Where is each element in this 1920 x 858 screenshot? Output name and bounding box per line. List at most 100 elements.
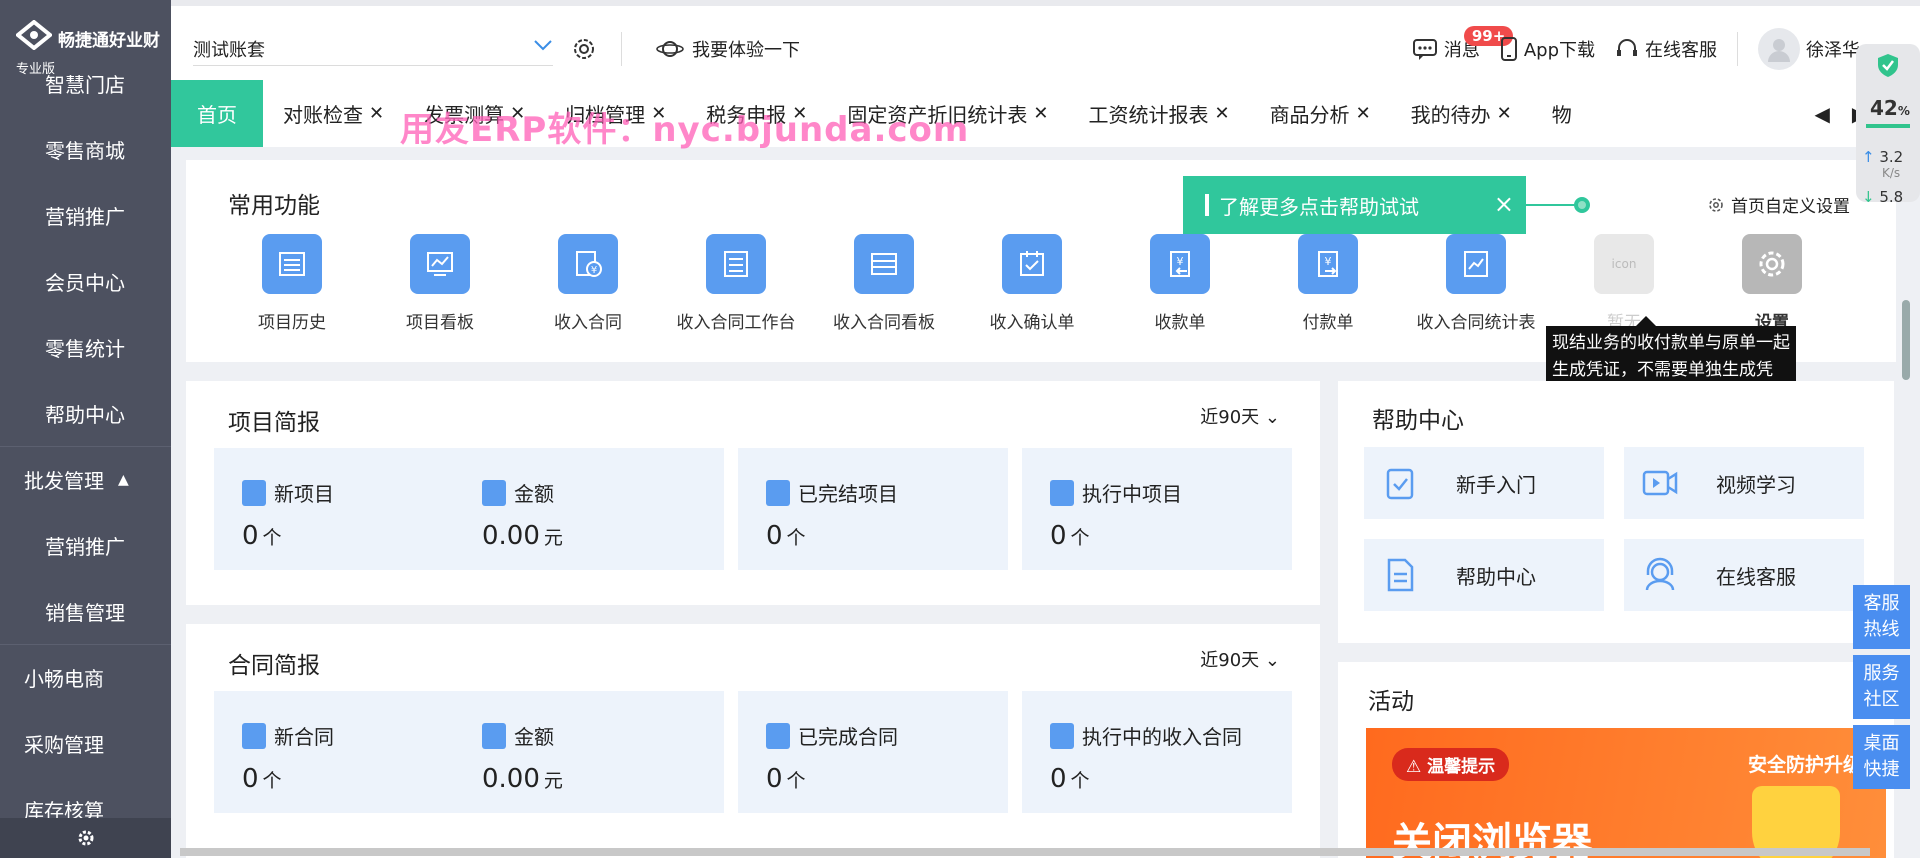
func-receipt[interactable]: ¥ 收款单	[1106, 234, 1254, 333]
activity-banner[interactable]: ⚠ 温馨提示 安全防护升级 关闭浏览器	[1366, 728, 1886, 858]
sidebar-item-member-center[interactable]: 会员中心	[0, 248, 171, 314]
help-center-card[interactable]: 帮助中心	[1364, 539, 1604, 611]
calendar-icon	[242, 722, 266, 749]
func-payment[interactable]: ¥ 付款单	[1254, 234, 1402, 333]
tip-label: 温馨提示	[1427, 757, 1496, 777]
stat-unit: 个	[1070, 770, 1090, 792]
tab-goods-analysis[interactable]: 商品分析 ✕	[1250, 80, 1391, 147]
horizontal-scrollbar[interactable]	[180, 848, 1870, 856]
tab-reconcile[interactable]: 对账检查 ✕	[263, 80, 404, 147]
try-experience-link[interactable]: 我要体验一下	[656, 36, 800, 62]
func-placeholder[interactable]: icon 暂无	[1550, 234, 1698, 333]
sidebar-item-sales[interactable]: 销售管理	[0, 578, 171, 644]
user-menu[interactable]: 徐泽华	[1758, 28, 1860, 70]
project-brief-title: 项目简报	[228, 410, 320, 436]
tab-label: 我的待办	[1410, 103, 1491, 127]
settings-gear-icon[interactable]	[571, 36, 597, 62]
stat-project-amount: 金额 0.00 元	[482, 478, 563, 551]
func-income-contract[interactable]: ¥ 收入合同	[514, 234, 662, 333]
sidebar-item-retail-stats[interactable]: 零售统计	[0, 314, 171, 380]
contract-range-select[interactable]: 近90天 ⌄	[1200, 646, 1280, 672]
workbench-icon	[706, 234, 766, 294]
sidebar-item-marketing[interactable]: 营销推广	[0, 182, 171, 248]
close-icon[interactable]: ✕	[369, 103, 384, 124]
help-card-label: 新手入门	[1456, 472, 1536, 497]
header-divider	[621, 32, 622, 66]
watermark: 用友ERP软件：nyc.bjunda.com	[400, 110, 970, 150]
app-download-button[interactable]: App下载	[1500, 36, 1595, 62]
service-hotline-button[interactable]: 客服 热线	[1853, 585, 1910, 649]
stat-label: 执行中项目	[1082, 482, 1182, 506]
func-contract-board[interactable]: 收入合同看板	[810, 234, 958, 333]
sidebar-item-help-center[interactable]: 帮助中心	[0, 380, 171, 446]
func-settings[interactable]: 设置	[1698, 234, 1846, 333]
tab-label: 首页	[197, 103, 237, 127]
stat-unit: 个	[786, 770, 806, 792]
sidebar-item-label: 会员中心	[45, 270, 125, 295]
account-select[interactable]: 测试账套	[193, 32, 553, 66]
try-experience-label: 我要体验一下	[692, 40, 800, 61]
help-online-service-card[interactable]: 在线客服	[1624, 539, 1864, 611]
stat-label: 已完结项目	[798, 482, 898, 506]
close-icon[interactable]: ✕	[1356, 103, 1371, 124]
agent-icon	[1624, 539, 1696, 611]
close-icon[interactable]: ×	[1494, 190, 1514, 218]
close-icon[interactable]: ✕	[1033, 103, 1048, 124]
func-income-confirm[interactable]: 收入确认单	[958, 234, 1106, 333]
service-community-button[interactable]: 服务 社区	[1853, 655, 1910, 719]
online-service-label: 在线客服	[1645, 40, 1717, 61]
help-card-label: 在线客服	[1716, 564, 1796, 589]
project-range-select[interactable]: 近90天 ⌄	[1200, 403, 1280, 429]
help-center-panel: 帮助中心 新手入门 视频学习 帮助中心 在线客服	[1338, 381, 1894, 643]
yen-icon	[482, 479, 506, 506]
sidebar-item-purchase[interactable]: 采购管理	[0, 710, 171, 776]
chevron-down-icon	[534, 40, 552, 51]
download-speed: ↓ 5.8	[1862, 188, 1903, 206]
desktop-shortcut-button[interactable]: 桌面 快捷	[1853, 725, 1910, 789]
vertical-scrollbar[interactable]	[1902, 300, 1910, 380]
sidebar-group-wholesale[interactable]: 批发管理 ▲	[0, 446, 171, 512]
tab-overflow[interactable]: 物	[1532, 80, 1592, 147]
close-icon[interactable]: ✕	[1497, 103, 1512, 124]
document-icon	[1364, 539, 1436, 611]
stat-contract-amount: 金额 0.00 元	[482, 721, 563, 794]
upload-unit: K/s	[1882, 166, 1901, 180]
help-newbie-card[interactable]: 新手入门	[1364, 447, 1604, 519]
func-project-history[interactable]: 项目历史	[218, 234, 366, 333]
tab-home[interactable]: 首页	[171, 80, 263, 147]
tab-todo[interactable]: 我的待办 ✕	[1391, 80, 1532, 147]
close-icon[interactable]: ✕	[1214, 103, 1229, 124]
customize-home-button[interactable]: 首页自定义设置	[1707, 192, 1850, 217]
stat-value: 0.00	[482, 521, 540, 551]
sidebar-item-label: 营销推广	[45, 204, 125, 229]
chevron-down-icon: ⌄	[1264, 650, 1280, 671]
contract-card-new: 新合同 0 个 金额 0.00 元	[214, 691, 724, 813]
chevron-down-icon: ⌄	[1264, 407, 1280, 428]
stat-value: 0	[766, 764, 783, 794]
sidebar-group-ecommerce[interactable]: 小畅电商	[0, 644, 171, 710]
func-contract-stats[interactable]: 收入合同统计表	[1402, 234, 1550, 333]
messages-button[interactable]: 消息 99+	[1412, 26, 1514, 62]
sidebar-item-label: 帮助中心	[45, 402, 125, 427]
online-service-button[interactable]: 在线客服	[1615, 36, 1717, 62]
help-card-label: 帮助中心	[1456, 564, 1536, 589]
shield-check-icon	[1878, 54, 1898, 77]
func-project-board[interactable]: 项目看板	[366, 234, 514, 333]
sidebar-item-retail-mall[interactable]: 零售商城	[0, 116, 171, 182]
stat-label: 执行中的收入合同	[1082, 725, 1242, 749]
account-value: 测试账套	[193, 39, 265, 61]
func-label: 收入合同统计表	[1416, 313, 1536, 333]
sidebar-settings-button[interactable]	[0, 818, 171, 858]
help-video-card[interactable]: 视频学习	[1624, 447, 1864, 519]
func-label: 收入确认单	[989, 313, 1075, 333]
tab-prev-icon[interactable]: ◀	[1814, 102, 1829, 126]
network-speed-widget[interactable]: 42% ↑ 3.2 K/s ↓ 5.8	[1856, 44, 1920, 206]
sidebar-item-smart-store[interactable]: 智慧门店	[0, 50, 171, 116]
stat-unit: 元	[543, 527, 563, 549]
sidebar-item-marketing-2[interactable]: 营销推广	[0, 512, 171, 578]
func-contract-workbench[interactable]: 收入合同工作台	[662, 234, 810, 333]
header: 测试账套 我要体验一下 消息 99+ App下载 在线客服 徐泽华	[171, 0, 1920, 80]
tab-salary[interactable]: 工资统计报表 ✕	[1068, 80, 1249, 147]
user-icon	[1768, 39, 1790, 62]
help-guide-banner[interactable]: 了解更多点击帮助试试 ×	[1183, 176, 1526, 234]
